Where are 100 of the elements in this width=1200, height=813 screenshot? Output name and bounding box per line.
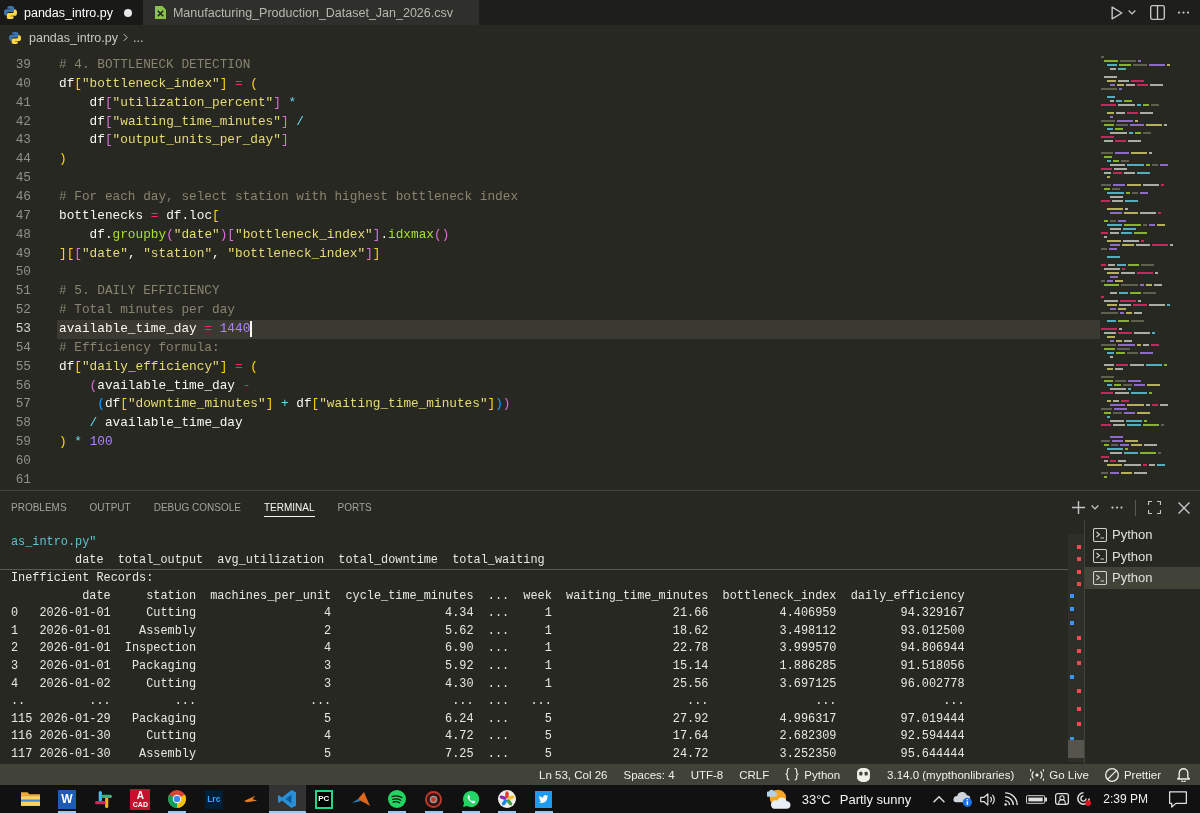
- peak-logo-icon: [351, 792, 370, 806]
- row-index: 115: [11, 710, 33, 728]
- more-actions-button[interactable]: [1111, 506, 1123, 509]
- more-actions-button[interactable]: [1177, 11, 1190, 14]
- chevron-up-icon[interactable]: [933, 795, 946, 803]
- run-options-button[interactable]: [1128, 10, 1136, 15]
- shell-session-item[interactable]: Python: [1085, 545, 1200, 567]
- run-button[interactable]: [1111, 5, 1123, 20]
- chevron-right-icon: [122, 33, 128, 42]
- shell-session-item[interactable]: Python: [1085, 524, 1200, 546]
- code-line: df["bottleneck_index"] = (: [59, 74, 258, 93]
- encoding-setting[interactable]: UTF-8: [682, 764, 732, 785]
- panel-tab[interactable]: DEBUG CONSOLE: [153, 498, 241, 517]
- table-cell: ...: [530, 693, 552, 711]
- line-number: 43: [15, 132, 31, 148]
- table-cell: 4.406959: [779, 605, 837, 623]
- table-cell-text: ...: [487, 640, 510, 658]
- code-line: df["daily_efficiency"] = (: [59, 357, 258, 376]
- cursor-position[interactable]: Ln 53, Col 26: [531, 764, 616, 785]
- column-header: week: [523, 587, 552, 605]
- indentation-setting[interactable]: Spaces: 4: [615, 764, 683, 785]
- column-header: avg_utilization: [217, 551, 325, 569]
- panel-tab[interactable]: OUTPUT: [89, 498, 131, 517]
- new-terminal-button[interactable]: [1072, 501, 1085, 514]
- table-cell-text: 2026-01-30: [39, 745, 111, 763]
- scrollbar-drawing[interactable]: [1068, 534, 1084, 762]
- table-cell-text: 2026-01-01: [39, 622, 111, 640]
- code-line: ][["date", "station", "bottleneck_index"]]: [59, 244, 381, 263]
- table-cell: Cutting: [146, 728, 196, 746]
- table-cell: ...: [487, 658, 510, 676]
- taskbar-button[interactable]: Lrc: [195, 785, 233, 813]
- table-cell: ...: [174, 693, 196, 711]
- split-editor-icon: [1150, 5, 1165, 20]
- breadcrumb-item[interactable]: pandas_intro.py: [9, 30, 118, 45]
- bird-icon: [535, 790, 553, 808]
- column-header: date: [82, 587, 111, 605]
- phone-bubble-icon: [461, 790, 480, 808]
- table-cell-text: 97.019444: [900, 710, 965, 728]
- bell-icon: [1177, 767, 1190, 782]
- live-server-button[interactable]: Go Live: [1022, 764, 1097, 785]
- clock[interactable]: 2:39 PM: [1103, 792, 1148, 806]
- panel-tab[interactable]: PORTS: [337, 498, 372, 517]
- column-header: waiting_time_minutes: [566, 587, 709, 605]
- app-logo: PC: [314, 789, 333, 809]
- table-cell-text: 2026-01-01: [39, 640, 111, 658]
- line-ending-setting[interactable]: CRLF: [731, 764, 778, 785]
- table-cell-text: 2026-01-29: [39, 710, 111, 728]
- text-cursor-icon: [250, 321, 253, 338]
- formatter-button[interactable]: Prettier: [1096, 764, 1169, 785]
- shell-session-item[interactable]: Python: [1085, 567, 1200, 589]
- cloud-icon[interactable]: [953, 791, 973, 807]
- taskbar-button[interactable]: [268, 785, 306, 813]
- line-number: 50: [15, 264, 31, 280]
- plus-icon: [1072, 501, 1085, 514]
- code-line: # For each day, select station with highest bottleneck index: [59, 188, 519, 206]
- hash-logo-icon: [95, 790, 113, 808]
- line-number: 41: [15, 94, 31, 110]
- code-line: ): [59, 150, 67, 169]
- row-index: 3: [11, 658, 19, 676]
- split-editor-button[interactable]: [1150, 5, 1165, 20]
- webcam-icon[interactable]: [1055, 793, 1070, 805]
- line-number: 44: [15, 151, 31, 167]
- code-line: df.groupby("date")["bottleneck_index"].idxmax(): [88, 225, 450, 244]
- table-cell: ...: [487, 605, 510, 623]
- wifi-icon[interactable]: [1004, 792, 1019, 806]
- close-icon: [1178, 501, 1190, 514]
- table-cell: ...: [487, 693, 510, 711]
- battery-icon[interactable]: [1026, 794, 1048, 804]
- taskbar-button[interactable]: PC: [305, 785, 343, 813]
- editor-tab[interactable]: Manufacturing_Production_Dataset_Jan_2026.csv: [142, 0, 479, 25]
- table-cell: 4: [324, 605, 332, 623]
- line-number: 42: [15, 113, 31, 129]
- editor-tab[interactable]: pandas_intro.py: [0, 0, 143, 25]
- more-icon: [1111, 506, 1123, 509]
- terminal-options-button[interactable]: [1091, 505, 1099, 510]
- table-cell: 3: [324, 658, 332, 676]
- close-panel-button[interactable]: [1178, 501, 1190, 514]
- table-cell: 2026-01-01: [39, 658, 111, 676]
- code-line: / available_time_day: [88, 414, 243, 433]
- table-cell: 1: [544, 605, 552, 623]
- panel-tab[interactable]: TERMINAL: [263, 498, 315, 517]
- line-number: 48: [15, 226, 31, 242]
- line-number: 49: [15, 245, 31, 261]
- interpreter-selector[interactable]: 3.14.0 (mypthonlibraries): [879, 764, 1023, 785]
- language-mode[interactable]: Python: [777, 764, 849, 785]
- table-cell-text: 22.78: [672, 640, 709, 658]
- table-cell: 91.518056: [900, 658, 965, 676]
- speaker-icon[interactable]: [980, 792, 997, 806]
- message-icon[interactable]: [1169, 790, 1187, 808]
- weather-widget[interactable]: 33°C Partly sunny: [766, 788, 912, 810]
- ring-icon[interactable]: [1077, 792, 1092, 806]
- table-cell: ...: [89, 693, 111, 711]
- panel-tab[interactable]: PROBLEMS: [11, 498, 67, 517]
- prompt-window-icon: [1093, 570, 1107, 585]
- table-cell-text: 3.999570: [779, 640, 837, 658]
- file-type-icon: [4, 6, 17, 19]
- table-cell-text: 5: [324, 710, 332, 728]
- breadcrumb-item[interactable]: ...: [132, 30, 144, 45]
- unsaved-dot-icon[interactable]: [123, 8, 132, 17]
- maximize-panel-button[interactable]: [1148, 501, 1161, 514]
